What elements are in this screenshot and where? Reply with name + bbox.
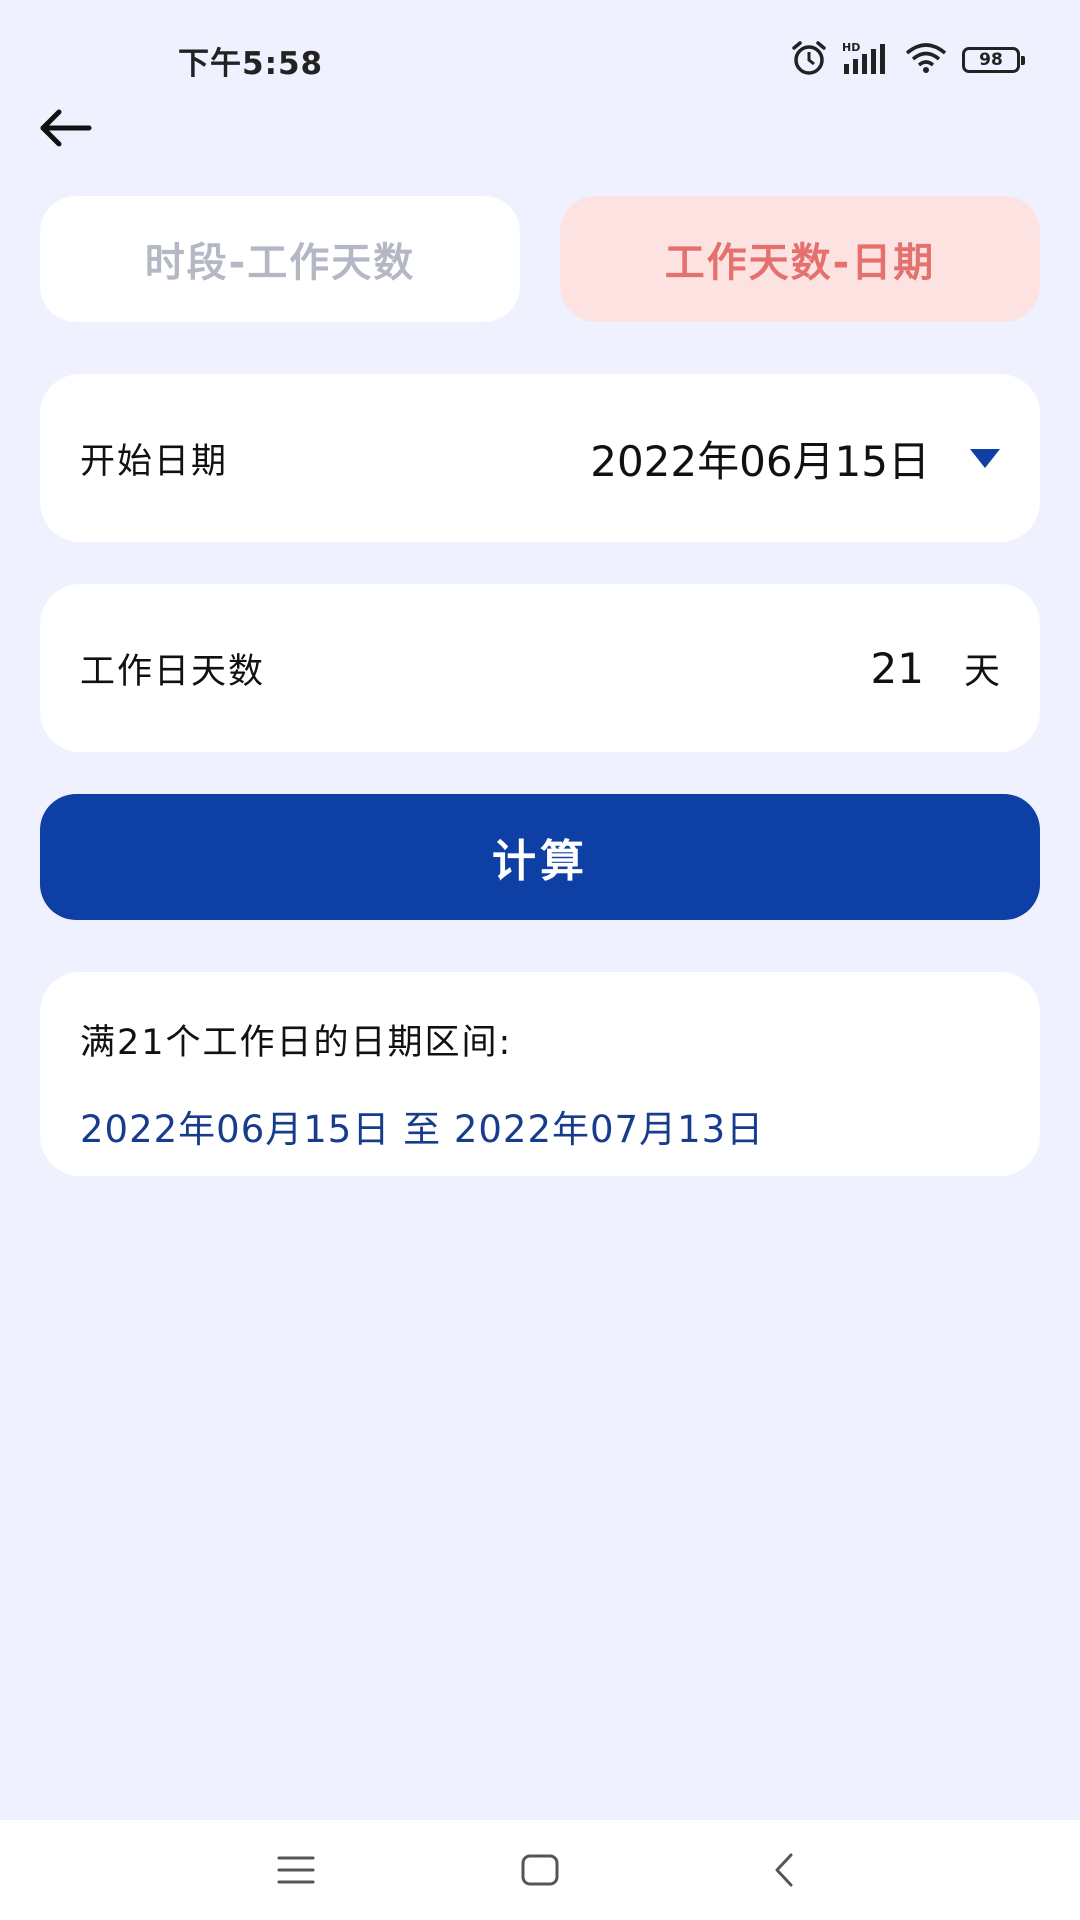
svg-text:HD: HD	[842, 41, 860, 54]
status-time: 下午5:58	[178, 46, 324, 82]
result-range: 2022年06月15日 至 2022年07月13日	[80, 1108, 765, 1151]
alarm-icon	[790, 40, 828, 80]
caret-down-icon[interactable]	[970, 448, 1000, 468]
hd-signal-icon: HD	[842, 40, 890, 80]
calculate-button[interactable]: 计算	[40, 794, 1040, 920]
menu-button[interactable]	[236, 1820, 356, 1920]
workdays-unit: 天	[963, 651, 1000, 692]
arrow-left-icon	[40, 109, 92, 147]
status-icons: HD 98	[790, 40, 1025, 80]
home-button[interactable]	[480, 1820, 600, 1920]
battery-icon: 98	[962, 47, 1025, 73]
result-card: 满21个工作日的日期区间: 2022年06月15日 至 2022年07月13日	[40, 972, 1040, 1176]
workdays-input[interactable]: 21	[871, 644, 924, 693]
home-icon	[521, 1854, 559, 1886]
wifi-icon	[904, 41, 948, 79]
start-date-value[interactable]: 2022年06月15日	[590, 428, 930, 489]
back-icon	[775, 1853, 793, 1887]
result-title: 满21个工作日的日期区间:	[80, 1023, 513, 1063]
start-date-label: 开始日期	[80, 441, 229, 482]
workdays-row: 工作日天数 21 天	[40, 584, 1040, 752]
workdays-label: 工作日天数	[80, 651, 266, 692]
tab-period-workdays[interactable]: 时段-工作天数	[40, 196, 520, 322]
tab-workdays-date[interactable]: 工作天数-日期	[560, 196, 1040, 322]
system-back-button[interactable]	[724, 1820, 844, 1920]
start-date-row[interactable]: 开始日期 2022年06月15日	[40, 374, 1040, 542]
status-bar: 下午5:58 HD 98	[0, 0, 1080, 120]
nav-bar	[0, 1820, 1080, 1920]
menu-icon	[277, 1856, 315, 1884]
back-button[interactable]	[30, 98, 100, 158]
